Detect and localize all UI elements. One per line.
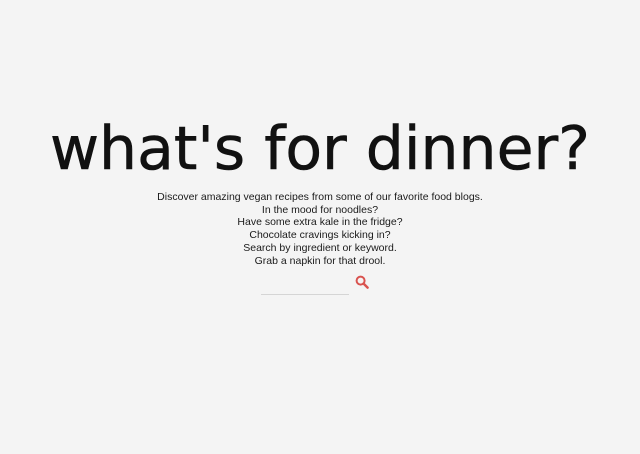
- tagline: Discover amazing vegan recipes from some…: [157, 191, 483, 203]
- search-icon: [355, 275, 371, 290]
- tagline: Chocolate cravings kicking in?: [249, 229, 391, 242]
- tagline: In the mood for noodles?: [261, 203, 379, 216]
- search-button[interactable]: [355, 274, 371, 290]
- search-form: [210, 274, 430, 298]
- tagline-list: Discover amazing vegan recipes from some…: [0, 191, 640, 267]
- tagline: Search by ingredient or keyword.: [243, 241, 397, 254]
- tagline: Grab a napkin for that drool.: [254, 254, 386, 267]
- page-title: what's for dinner?: [49, 114, 591, 185]
- search-input[interactable]: [261, 276, 349, 296]
- tagline: Have some extra kale in the fridge?: [237, 216, 403, 229]
- hero: what's for dinner? Discover amazing vega…: [0, 106, 640, 298]
